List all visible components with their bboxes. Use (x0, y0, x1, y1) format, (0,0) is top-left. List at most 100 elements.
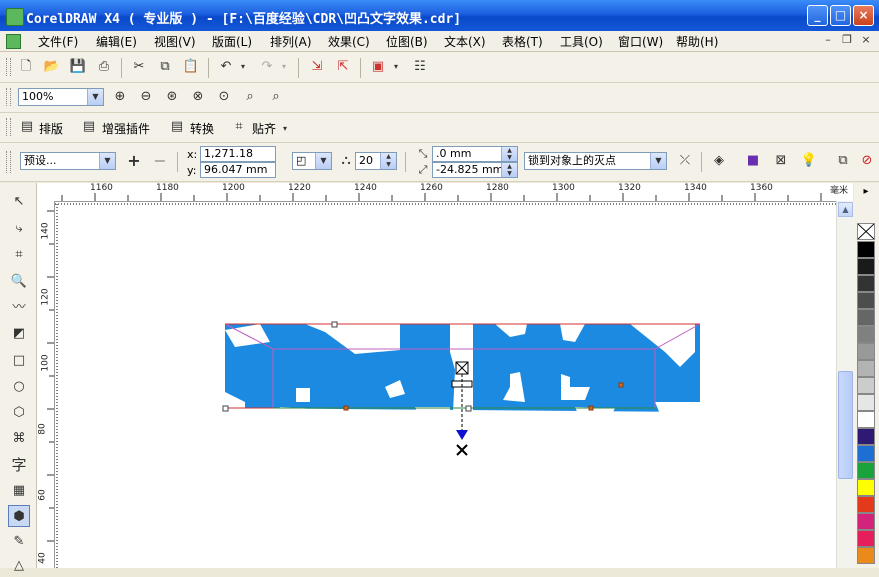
color-swatch[interactable] (857, 462, 875, 479)
eyedropper-tool-icon[interactable]: ✎ (8, 531, 30, 553)
smart-fill-tool-icon[interactable]: ◩ (8, 323, 30, 345)
menu-help[interactable]: 帮助(H) (676, 33, 718, 50)
plugin-layout-button[interactable]: 排版 (39, 120, 63, 137)
menu-bitmaps[interactable]: 位图(B) (386, 33, 428, 50)
close-button[interactable]: × (853, 5, 874, 26)
menu-file[interactable]: 文件(F) (38, 33, 78, 50)
drawing-canvas[interactable] (55, 202, 836, 568)
zoom-level-select[interactable]: 100% ▼ (18, 88, 104, 106)
rectangle-tool-icon[interactable]: □ (8, 350, 30, 372)
outline-tool-icon[interactable]: △ (8, 555, 30, 577)
color-swatch[interactable] (857, 241, 875, 258)
undo-icon[interactable]: ↶ (217, 58, 235, 76)
plugin-convert-button[interactable]: 转换 (190, 120, 214, 137)
extrude-bevel-icon[interactable]: ⊠ (772, 152, 790, 170)
spinner-icon[interactable]: ▲ ▼ (380, 153, 396, 169)
vanishing-point-x-field[interactable]: .0 mm ▲ ▼ (432, 146, 518, 162)
depth-field[interactable]: 20 ▲ ▼ (355, 152, 397, 170)
print-icon[interactable]: ⎙ (95, 58, 113, 76)
menu-window[interactable]: 窗口(W) (618, 33, 663, 50)
new-document-icon[interactable]: 🗋 (17, 58, 35, 76)
color-swatch[interactable] (857, 513, 875, 530)
color-swatch[interactable] (857, 428, 875, 445)
ellipse-tool-icon[interactable]: ○ (8, 376, 30, 398)
open-folder-icon[interactable]: 📂 (43, 58, 61, 76)
color-swatch[interactable] (857, 343, 875, 360)
doc-close-icon[interactable]: × (859, 33, 873, 47)
zoom-tool-icon[interactable]: 🔍 (8, 271, 30, 293)
color-swatch[interactable] (857, 309, 875, 326)
extrude-rotation-icon[interactable]: ◈ (710, 152, 728, 170)
color-swatch[interactable] (857, 326, 875, 343)
menu-view[interactable]: 视图(V) (154, 33, 196, 50)
menu-effects[interactable]: 效果(C) (328, 33, 370, 50)
crop-tool-icon[interactable]: ⌗ (8, 244, 30, 266)
doc-minimize-icon[interactable]: – (821, 33, 835, 47)
no-color-swatch[interactable] (857, 223, 875, 240)
export-icon[interactable]: ⇱ (334, 58, 352, 76)
color-swatch[interactable] (857, 411, 875, 428)
shape-tool-icon[interactable]: ⤷ (8, 218, 30, 240)
application-launcher-icon[interactable]: ▣ (369, 58, 387, 76)
extrusion-type-select[interactable]: ◰ ▼ (292, 152, 332, 170)
vertical-scrollbar[interactable]: ▲ (836, 201, 854, 568)
zoom-page-width-icon[interactable]: ⌕ (241, 88, 259, 106)
color-swatch[interactable] (857, 394, 875, 411)
freehand-tool-icon[interactable]: 〰 (8, 297, 30, 319)
extrude-lighting-icon[interactable]: 💡 (800, 152, 818, 170)
menu-tools[interactable]: 工具(O) (560, 33, 603, 50)
remove-preset-icon[interactable]: − (151, 152, 169, 170)
color-swatch[interactable] (857, 496, 875, 513)
toolbar-grip[interactable] (6, 151, 11, 173)
horizontal-ruler[interactable]: 1160 1180 1200 1220 1240 1260 1280 1300 … (37, 183, 853, 202)
extruded-text-artwork[interactable] (55, 202, 836, 568)
maximize-button[interactable]: □ (830, 5, 851, 26)
menu-edit[interactable]: 编辑(E) (96, 33, 137, 50)
minimize-button[interactable]: _ (807, 5, 828, 26)
zoom-out-icon[interactable]: ⊖ (137, 88, 155, 106)
zoom-all-objects-icon[interactable]: ⊗ (189, 88, 207, 106)
plugin-snap-button[interactable]: 贴齐 (252, 120, 276, 137)
cut-icon[interactable]: ✂ (130, 58, 148, 76)
scroll-up-button[interactable]: ▲ (838, 202, 853, 217)
add-preset-icon[interactable]: + (125, 152, 143, 170)
toolbar-grip[interactable] (6, 58, 11, 76)
extrude-color-icon[interactable]: ■ (744, 152, 762, 170)
coreldraw-app-icon[interactable] (6, 8, 24, 26)
doc-restore-icon[interactable]: ❐ (840, 33, 854, 47)
vanishing-point-properties-icon[interactable]: ⤫ (676, 152, 694, 170)
pick-tool-icon[interactable]: ↖ (8, 191, 30, 213)
color-swatch[interactable] (857, 360, 875, 377)
spinner-icon[interactable]: ▲ ▼ (501, 147, 517, 161)
vanishing-point-lock-select[interactable]: 锁到对象上的灭点 ▼ (524, 152, 667, 170)
x-position-field[interactable]: 1,271.18 mm (200, 146, 276, 174)
spinner-icon[interactable]: ▲ ▼ (501, 163, 517, 177)
undo-dropdown-icon[interactable]: ▾ (238, 58, 248, 76)
copy-extrude-properties-icon[interactable]: ⧉ (834, 152, 852, 170)
launcher-dropdown-icon[interactable]: ▾ (391, 58, 401, 76)
import-icon[interactable]: ⇲ (308, 58, 326, 76)
zoom-in-icon[interactable]: ⊕ (111, 88, 129, 106)
toolbar-grip[interactable] (6, 118, 11, 136)
color-swatch[interactable] (857, 292, 875, 309)
redo-dropdown-icon[interactable]: ▾ (279, 58, 289, 76)
copy-icon[interactable]: ⧉ (156, 58, 174, 76)
menu-table[interactable]: 表格(T) (502, 33, 543, 50)
document-icon[interactable] (6, 34, 21, 49)
interactive-extrude-tool-icon[interactable]: ⬢ (8, 505, 30, 527)
color-swatch[interactable] (857, 258, 875, 275)
zoom-page-height-icon[interactable]: ⌕ (267, 88, 285, 106)
scrollbar-thumb[interactable] (838, 371, 853, 479)
color-swatch[interactable] (857, 445, 875, 462)
color-swatch[interactable] (857, 479, 875, 496)
clear-extrude-icon[interactable]: ⊘ (858, 152, 876, 170)
table-tool-icon[interactable]: ▦ (8, 480, 30, 502)
menu-layout[interactable]: 版面(L) (212, 33, 252, 50)
redo-icon[interactable]: ↷ (258, 58, 276, 76)
vanishing-point-y-field[interactable]: -24.825 mm ▲ ▼ (432, 162, 518, 178)
color-swatch[interactable] (857, 377, 875, 394)
plugin-enhance-button[interactable]: 增强插件 (102, 120, 150, 137)
polygon-tool-icon[interactable]: ⬡ (8, 402, 30, 424)
palette-scroll-up-icon[interactable]: ▸ (857, 185, 875, 199)
color-swatch[interactable] (857, 547, 875, 564)
